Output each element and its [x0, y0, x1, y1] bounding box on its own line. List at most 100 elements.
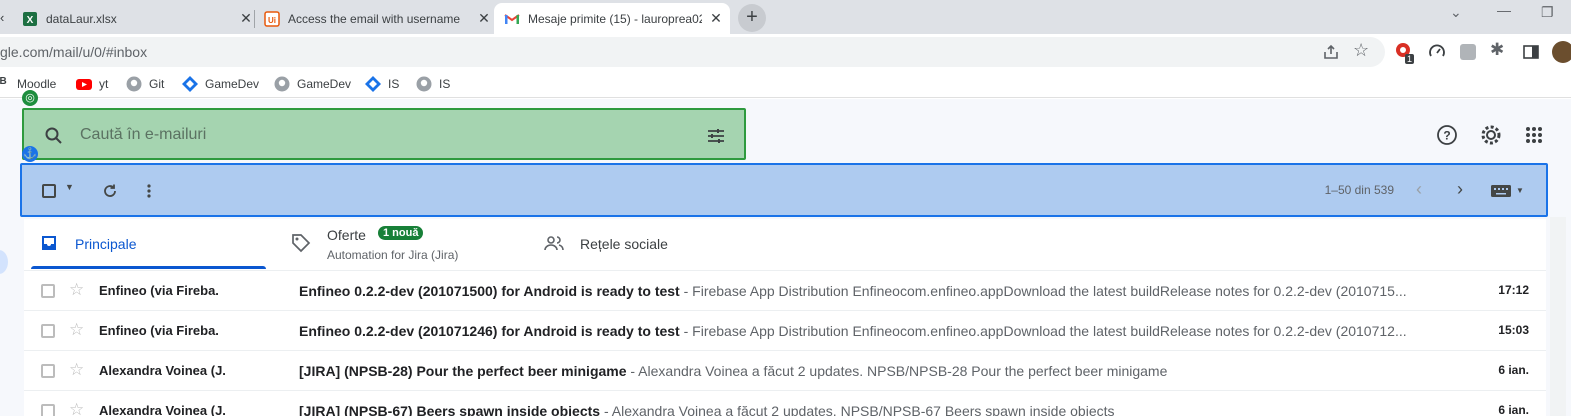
people-icon: [544, 236, 564, 251]
star-icon[interactable]: ☆: [69, 360, 84, 380]
diamond-icon: [182, 76, 198, 92]
bookmark-label: Git: [149, 77, 165, 91]
select-dropdown-icon[interactable]: ▼: [65, 182, 74, 192]
action-toolbar: ▼ 1–50 din 539 ‹ › ▼: [20, 163, 1548, 217]
email-row[interactable]: ☆ Enfineo (via Fireba. Enfineo 0.2.2-dev…: [24, 310, 1546, 350]
tab-label: Oferte: [327, 227, 366, 243]
email-subject: [JIRA] (NPSB-28) Pour the perfect beer m…: [299, 363, 627, 379]
scrollbar[interactable]: [1550, 217, 1566, 416]
tab-uipath[interactable]: Ui Access the email with username ✕: [262, 3, 492, 34]
tag-icon: [292, 234, 311, 253]
help-icon[interactable]: ?: [1436, 124, 1458, 146]
close-icon[interactable]: ✕: [238, 10, 254, 27]
restore-icon[interactable]: ❐: [1541, 4, 1554, 21]
bookmark-star-icon[interactable]: ☆: [1353, 40, 1369, 61]
puzzle-icon[interactable]: ✱: [1490, 40, 1504, 60]
svg-text:X: X: [27, 15, 34, 26]
inbox-icon: [42, 236, 56, 250]
email-snippet: - Firebase App Distribution Enfineocom.e…: [679, 323, 1407, 339]
email-subject-line: [JIRA] (NPSB-67) Beers spawn inside obje…: [299, 403, 1439, 416]
search-icon[interactable]: [44, 126, 64, 146]
bookmark-label: yt: [99, 77, 109, 91]
filter-options-icon[interactable]: [706, 126, 726, 146]
refresh-icon[interactable]: [102, 183, 118, 199]
bookmark-git[interactable]: Git: [126, 76, 164, 92]
share-icon[interactable]: [1322, 43, 1340, 61]
keyboard-dropdown-icon[interactable]: ▼: [1516, 186, 1524, 195]
avatar[interactable]: [1552, 41, 1571, 63]
email-subject-line: Enfineo 0.2.2-dev (201071500) for Androi…: [299, 283, 1439, 299]
email-date: 6 ian.: [1498, 403, 1529, 416]
gauge-icon[interactable]: [1428, 43, 1446, 61]
address-bar[interactable]: gle.com/mail/u/0/#inbox ☆: [0, 37, 1385, 67]
row-checkbox[interactable]: [41, 324, 55, 338]
row-checkbox[interactable]: [41, 404, 55, 416]
tab-principale[interactable]: Principale: [31, 222, 266, 270]
excel-icon: X: [23, 11, 37, 26]
bookmark-label: IS: [439, 77, 451, 91]
bookmark-gamedev-1[interactable]: GameDev: [182, 76, 259, 92]
select-all-checkbox[interactable]: [42, 184, 56, 198]
bookmark-label: GameDev: [205, 77, 260, 91]
close-icon[interactable]: ✕: [708, 10, 724, 27]
keyboard-icon[interactable]: [1491, 185, 1511, 197]
youtube-icon: [76, 79, 92, 90]
tab-title: Mesaje primite (15) - lauroprea02: [528, 11, 702, 26]
tab-subtitle: Automation for Jira (Jira): [327, 248, 459, 262]
svg-text:Ui: Ui: [268, 16, 276, 25]
chevron-down-icon[interactable]: ⌄: [1450, 4, 1462, 21]
tab-retele-sociale[interactable]: Rețele sociale: [544, 222, 784, 270]
tab-label: Principale: [75, 236, 137, 252]
bookmark-yt[interactable]: yt: [76, 76, 108, 92]
tab-separator: [254, 10, 255, 28]
tab-label: Rețele sociale: [580, 236, 668, 252]
side-panel-icon[interactable]: [1522, 43, 1540, 61]
email-sender: Alexandra Voinea (J.: [99, 363, 226, 378]
github-icon: [274, 76, 290, 92]
bookmark-label: GameDev: [297, 77, 352, 91]
moodle-icon: JB: [0, 76, 7, 87]
extension-gray-icon[interactable]: [1459, 43, 1477, 61]
row-checkbox[interactable]: [41, 284, 55, 298]
email-row[interactable]: ☆ Enfineo (via Fireba. Enfineo 0.2.2-dev…: [24, 270, 1546, 310]
tab-gmail[interactable]: Mesaje primite (15) - lauroprea02 ✕: [494, 3, 730, 34]
extension-badge: 1: [1405, 54, 1415, 64]
email-date: 15:03: [1498, 323, 1529, 337]
search-bar[interactable]: Caută în e-mailuri: [22, 108, 746, 160]
github-icon: [126, 76, 142, 92]
url-text: gle.com/mail/u/0/#inbox: [0, 44, 148, 60]
email-subject-line: Enfineo 0.2.2-dev (201071246) for Androi…: [299, 323, 1439, 339]
email-snippet: - Firebase App Distribution Enfineocom.e…: [679, 283, 1407, 299]
older-page-icon[interactable]: ‹: [1416, 179, 1422, 200]
new-tab-button[interactable]: +: [738, 4, 766, 32]
email-row[interactable]: ☆ Alexandra Voinea (J. [JIRA] (NPSB-28) …: [24, 350, 1546, 390]
bookmark-label: IS: [388, 77, 400, 91]
tab-excel[interactable]: ‹ X dataLaur.xlsx ✕: [0, 3, 254, 34]
email-sender: Alexandra Voinea (J.: [99, 403, 226, 416]
tab-strip: ‹ X dataLaur.xlsx ✕ Ui Access the email …: [0, 0, 1571, 34]
anchor-icon: ⚓: [22, 146, 38, 162]
row-checkbox[interactable]: [41, 364, 55, 378]
chevron-left-icon: ‹: [0, 10, 5, 25]
email-snippet: - Alexandra Voinea a făcut 2 updates. NP…: [626, 363, 1168, 379]
email-subject: [JIRA] (NPSB-67) Beers spawn inside obje…: [299, 403, 601, 416]
search-input[interactable]: Caută în e-mailuri: [80, 126, 206, 144]
tab-oferte[interactable]: Oferte 1 nouă Automation for Jira (Jira): [291, 222, 531, 270]
bookmark-is-2[interactable]: IS: [416, 76, 450, 92]
newer-page-icon[interactable]: ›: [1457, 179, 1463, 200]
bookmark-is-1[interactable]: IS: [365, 76, 399, 92]
apps-grid-icon[interactable]: [1525, 126, 1543, 144]
star-icon[interactable]: ☆: [69, 400, 84, 416]
settings-gear-icon[interactable]: [1479, 123, 1503, 147]
new-badge: 1 nouă: [378, 226, 424, 240]
bookmark-gamedev-2[interactable]: GameDev: [274, 76, 351, 92]
star-icon[interactable]: ☆: [69, 280, 84, 300]
email-sender: Enfineo (via Fireba.: [99, 323, 219, 338]
browser-window: ‹ X dataLaur.xlsx ✕ Ui Access the email …: [0, 0, 1571, 416]
svg-text:?: ?: [1443, 129, 1450, 143]
star-icon[interactable]: ☆: [69, 320, 84, 340]
more-options-icon[interactable]: [146, 183, 152, 199]
minimize-icon[interactable]: —: [1497, 2, 1511, 18]
email-row[interactable]: ☆ Alexandra Voinea (J. [JIRA] (NPSB-67) …: [24, 390, 1546, 416]
close-icon[interactable]: ✕: [476, 10, 492, 27]
